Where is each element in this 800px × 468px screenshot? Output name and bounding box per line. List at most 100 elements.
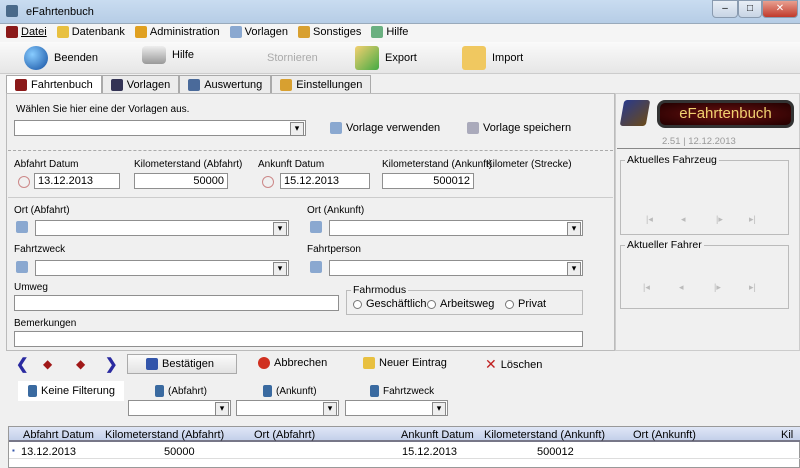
divider (8, 150, 613, 151)
departure-km-input[interactable]: 50000 (134, 173, 228, 189)
menu-vorlagen[interactable]: Vorlagen (229, 26, 288, 38)
first-icon[interactable]: |◂ (646, 214, 653, 225)
tab-einstellungen[interactable]: Einstellungen (271, 75, 372, 93)
label: Vorlage speichern (483, 122, 572, 134)
next-icon[interactable]: |▸ (714, 282, 721, 293)
help-icon (371, 26, 384, 38)
column-header[interactable]: Abfahrt Datum (23, 429, 94, 441)
column-header[interactable]: Kil (781, 429, 793, 441)
label: (Ankunft) (276, 385, 317, 397)
confirm-button[interactable]: Bestätigen (127, 354, 237, 374)
template-icon[interactable] (16, 221, 28, 233)
app-logo: eFahrtenbuch (657, 100, 794, 128)
tab-vorlagen[interactable]: Vorlagen (101, 75, 180, 93)
close-button[interactable]: ✕ (762, 0, 798, 18)
prev-icon[interactable]: ◂ (681, 214, 686, 225)
filter-departure-button[interactable]: (Abfahrt) (155, 385, 207, 397)
purpose-select[interactable] (35, 260, 289, 276)
use-template-button[interactable]: Vorlage verwenden (330, 122, 440, 134)
maximize-button[interactable]: □ (738, 0, 762, 18)
folder-icon (462, 46, 486, 70)
menu-label: Sonstiges (313, 26, 362, 38)
menu-label: Datenbank (71, 26, 125, 38)
arrival-km-label: Kilometerstand (Ankunft) (382, 159, 493, 170)
label: Bestätigen (162, 358, 214, 370)
no-filter-button[interactable]: Keine Filterung (18, 381, 124, 401)
mode-private-radio[interactable]: Privat (505, 298, 546, 310)
from-label: Ort (Abfahrt) (14, 205, 70, 216)
menu-bar: Datei Datenbank Administration Vorlagen … (0, 24, 800, 42)
menu-datenbank[interactable]: Datenbank (56, 26, 125, 38)
template-icon (229, 26, 242, 38)
add-icon (363, 357, 375, 369)
person-select[interactable] (329, 260, 583, 276)
clock-icon[interactable] (18, 176, 30, 188)
last-record-button[interactable]: ❯ (105, 355, 118, 373)
filter-arrival-button[interactable]: (Ankunft) (263, 385, 317, 397)
export-icon (355, 46, 379, 70)
menu-sonstiges[interactable]: Sonstiges (298, 26, 361, 38)
new-entry-button[interactable]: Neuer Eintrag (363, 357, 447, 369)
table-row[interactable]: ▪ 13.12.2013 50000 15.12.2013 500012 (9, 445, 800, 459)
template-icon[interactable] (310, 261, 322, 273)
filter-departure-select[interactable] (128, 400, 231, 416)
from-select[interactable] (35, 220, 289, 236)
notes-input[interactable] (14, 331, 583, 347)
cancel-entry-button[interactable]: Stornieren (267, 52, 318, 64)
chart-icon (188, 78, 201, 91)
first-record-button[interactable]: ❮ (16, 355, 29, 373)
tab-fahrtenbuch[interactable]: Fahrtenbuch (6, 75, 102, 93)
title-bar: eFahrtenbuch – □ ✕ (0, 0, 800, 24)
tab-label: Vorlagen (126, 78, 171, 91)
to-select[interactable] (329, 220, 583, 236)
arrival-date-input[interactable]: 15.12.2013 (280, 173, 370, 189)
mode-commute-radio[interactable]: Arbeitsweg (427, 298, 494, 310)
column-header[interactable]: Ort (Ankunft) (633, 429, 696, 441)
template-select[interactable] (14, 120, 306, 136)
mode-business-radio[interactable]: Geschäftlich (353, 298, 427, 310)
filter-arrival-select[interactable] (236, 400, 339, 416)
menu-label: Datei (21, 26, 47, 38)
prev-record-button[interactable]: ◆ (43, 357, 52, 371)
template-icon[interactable] (16, 261, 28, 273)
menu-administration[interactable]: Administration (134, 26, 220, 38)
menu-datei[interactable]: Datei (6, 26, 47, 38)
last-icon[interactable]: ▸| (749, 282, 756, 293)
last-icon[interactable]: ▸| (749, 214, 756, 225)
first-aid-icon (142, 46, 166, 64)
menu-hilfe[interactable]: Hilfe (371, 26, 408, 38)
app-icon (6, 5, 18, 17)
tab-label: Einstellungen (296, 78, 363, 91)
column-header[interactable]: Ankunft Datum (401, 429, 474, 441)
departure-date-input[interactable]: 13.12.2013 (34, 173, 120, 189)
next-icon[interactable]: |▸ (716, 214, 723, 225)
tab-bar: Fahrtenbuch Vorlagen Auswertung Einstell… (6, 75, 372, 93)
exit-button[interactable]: Beenden (24, 46, 98, 70)
help-button[interactable]: Hilfe (142, 46, 194, 64)
first-icon[interactable]: |◂ (643, 282, 650, 293)
version-label: 2.51 | 12.12.2013 (662, 136, 736, 147)
minimize-button[interactable]: – (712, 0, 738, 18)
column-header[interactable]: Kilometerstand (Abfahrt) (105, 429, 224, 441)
save-template-button[interactable]: Vorlage speichern (467, 122, 571, 134)
clock-icon[interactable] (262, 176, 274, 188)
abort-button[interactable]: Abbrechen (258, 357, 327, 369)
filter-purpose-button[interactable]: Fahrtzweck (370, 385, 434, 397)
delete-button[interactable]: ✕ Löschen (485, 356, 542, 373)
delete-icon: ✕ (485, 356, 497, 372)
column-header[interactable]: Ort (Abfahrt) (254, 429, 315, 441)
detour-label: Umweg (14, 282, 48, 293)
import-button[interactable]: Import (462, 46, 523, 70)
column-header[interactable]: Kilometerstand (Ankunft) (484, 429, 605, 441)
filter-purpose-select[interactable] (345, 400, 448, 416)
purpose-label: Fahrtzweck (14, 244, 66, 255)
detour-input[interactable] (14, 295, 339, 311)
tab-auswertung[interactable]: Auswertung (179, 75, 272, 93)
label: Hilfe (172, 49, 195, 61)
next-record-button[interactable]: ◆ (76, 357, 85, 371)
arrival-km-input[interactable]: 500012 (382, 173, 474, 189)
export-button[interactable]: Export (355, 46, 417, 70)
template-icon[interactable] (310, 221, 322, 233)
prev-icon[interactable]: ◂ (679, 282, 684, 293)
cancel-icon (258, 357, 270, 369)
